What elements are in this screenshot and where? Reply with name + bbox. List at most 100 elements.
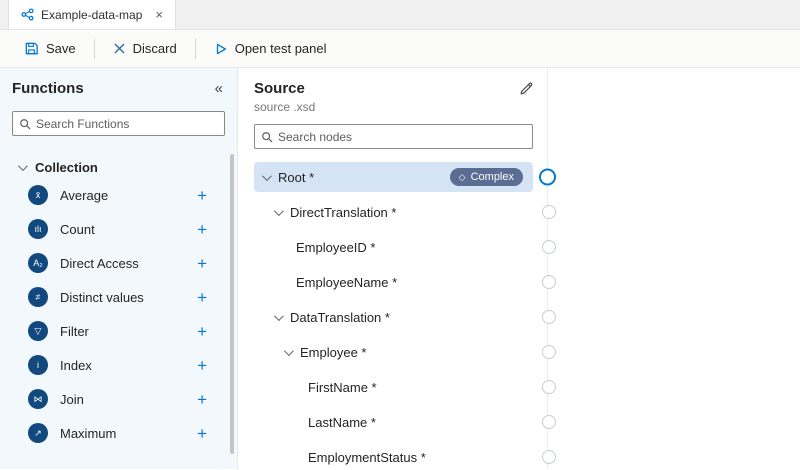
discard-button[interactable]: Discard [103, 35, 187, 62]
chevron-down-icon[interactable] [274, 206, 284, 216]
badge-label: Complex [471, 171, 514, 183]
node-connector-handle[interactable] [542, 345, 556, 359]
tree-node-label: Employee * [300, 345, 366, 360]
tree-node-employeename[interactable]: EmployeeName * [254, 267, 533, 297]
node-connector-handle[interactable] [542, 310, 556, 324]
tree-node-employmentstatus[interactable]: EmploymentStatus * [254, 442, 533, 470]
source-schema-filename: source .xsd [254, 100, 533, 114]
save-icon [24, 41, 39, 56]
direct-access-icon: A₂ [28, 253, 48, 273]
node-connector-handle[interactable] [542, 275, 556, 289]
function-label: Join [60, 392, 185, 407]
nodes-search-input[interactable] [278, 130, 526, 144]
add-function-button[interactable]: + [197, 289, 207, 306]
node-connector-handle[interactable] [542, 380, 556, 394]
tab-example-data-map[interactable]: Example-data-map × [8, 0, 176, 29]
source-panel: Source source .xsd Root * [238, 68, 548, 469]
node-connector-handle[interactable] [542, 415, 556, 429]
function-label: Average [60, 188, 185, 203]
average-icon: x̄ [28, 185, 48, 205]
function-item-join[interactable]: ⋈ Join + [0, 382, 237, 416]
complex-type-badge: ◇ Complex [450, 168, 523, 186]
source-schema-tree: Root * ◇ Complex DirectTranslation * Emp… [254, 162, 533, 470]
functions-panel-title: Functions [12, 80, 84, 97]
tree-node-firstname[interactable]: FirstName * [254, 372, 533, 402]
function-label: Distinct values [60, 290, 185, 305]
edit-source-icon[interactable] [519, 82, 533, 96]
functions-search-input[interactable] [36, 117, 218, 131]
tab-close-icon[interactable]: × [155, 7, 163, 22]
collapse-panel-icon[interactable]: « [215, 81, 223, 96]
add-function-button[interactable]: + [197, 425, 207, 442]
add-function-button[interactable]: + [197, 391, 207, 408]
function-item-distinct-values[interactable]: ≠ Distinct values + [0, 280, 237, 314]
tree-node-lastname[interactable]: LastName * [254, 407, 533, 437]
tab-bar: Example-data-map × [0, 0, 800, 30]
mapping-canvas [548, 68, 800, 469]
add-function-button[interactable]: + [197, 221, 207, 238]
distinct-values-icon: ≠ [28, 287, 48, 307]
join-icon: ⋈ [28, 389, 48, 409]
function-label: Filter [60, 324, 185, 339]
play-icon [214, 42, 228, 56]
chevron-down-icon[interactable] [274, 311, 284, 321]
category-label: Collection [35, 160, 98, 175]
tree-node-label: LastName * [308, 415, 376, 430]
add-function-button[interactable]: + [197, 323, 207, 340]
functions-panel: Functions « Collection x̄ Average + [0, 68, 238, 469]
open-test-panel-label: Open test panel [235, 41, 327, 56]
tab-title: Example-data-map [41, 8, 142, 22]
node-connector-handle[interactable] [542, 205, 556, 219]
nodes-search-box [254, 124, 533, 149]
function-label: Maximum [60, 426, 185, 441]
node-connector-handle[interactable] [542, 450, 556, 464]
tree-node-employee[interactable]: Employee * [254, 337, 533, 367]
tree-node-employeeid[interactable]: EmployeeID * [254, 232, 533, 262]
add-function-button[interactable]: + [197, 357, 207, 374]
save-button[interactable]: Save [14, 35, 86, 62]
dismiss-icon [113, 42, 126, 55]
tree-node-label: EmployeeID * [296, 240, 375, 255]
add-function-button[interactable]: + [197, 187, 207, 204]
functions-scrollbar[interactable] [230, 154, 234, 454]
search-icon [261, 131, 273, 143]
functions-search-box [12, 111, 225, 136]
function-list: x̄ Average + ılı Count + A₂ Direct Acces… [0, 178, 237, 450]
function-label: Direct Access [60, 256, 185, 271]
tree-node-label: Root * [278, 170, 314, 185]
command-toolbar: Save Discard Open test panel [0, 30, 800, 68]
data-map-icon [21, 8, 34, 21]
category-collection[interactable]: Collection [0, 156, 237, 178]
source-panel-title: Source [254, 80, 305, 97]
discard-label: Discard [133, 41, 177, 56]
toolbar-divider [94, 39, 95, 59]
open-test-panel-button[interactable]: Open test panel [204, 35, 337, 62]
maximum-icon: ↗ [28, 423, 48, 443]
function-item-average[interactable]: x̄ Average + [0, 178, 237, 212]
function-item-maximum[interactable]: ↗ Maximum + [0, 416, 237, 450]
function-item-count[interactable]: ılı Count + [0, 212, 237, 246]
add-function-button[interactable]: + [197, 255, 207, 272]
tree-node-label: DataTranslation * [290, 310, 390, 325]
tree-node-directtranslation[interactable]: DirectTranslation * [254, 197, 533, 227]
node-connector-handle[interactable] [542, 240, 556, 254]
index-icon: i [28, 355, 48, 375]
tree-node-root[interactable]: Root * ◇ Complex [254, 162, 533, 192]
node-connector-handle[interactable] [539, 169, 556, 186]
function-item-filter[interactable]: ▽ Filter + [0, 314, 237, 348]
complex-shape-icon: ◇ [459, 173, 466, 182]
function-item-index[interactable]: i Index + [0, 348, 237, 382]
chevron-down-icon[interactable] [262, 171, 272, 181]
filter-icon: ▽ [28, 321, 48, 341]
search-icon [19, 118, 31, 130]
tree-node-label: DirectTranslation * [290, 205, 396, 220]
tree-node-datatranslation[interactable]: DataTranslation * [254, 302, 533, 332]
tree-node-label: FirstName * [308, 380, 377, 395]
chevron-down-icon [18, 161, 28, 171]
tree-node-label: EmployeeName * [296, 275, 397, 290]
function-item-direct-access[interactable]: A₂ Direct Access + [0, 246, 237, 280]
function-label: Count [60, 222, 185, 237]
chevron-down-icon[interactable] [284, 346, 294, 356]
tree-node-label: EmploymentStatus * [308, 450, 426, 465]
save-label: Save [46, 41, 76, 56]
